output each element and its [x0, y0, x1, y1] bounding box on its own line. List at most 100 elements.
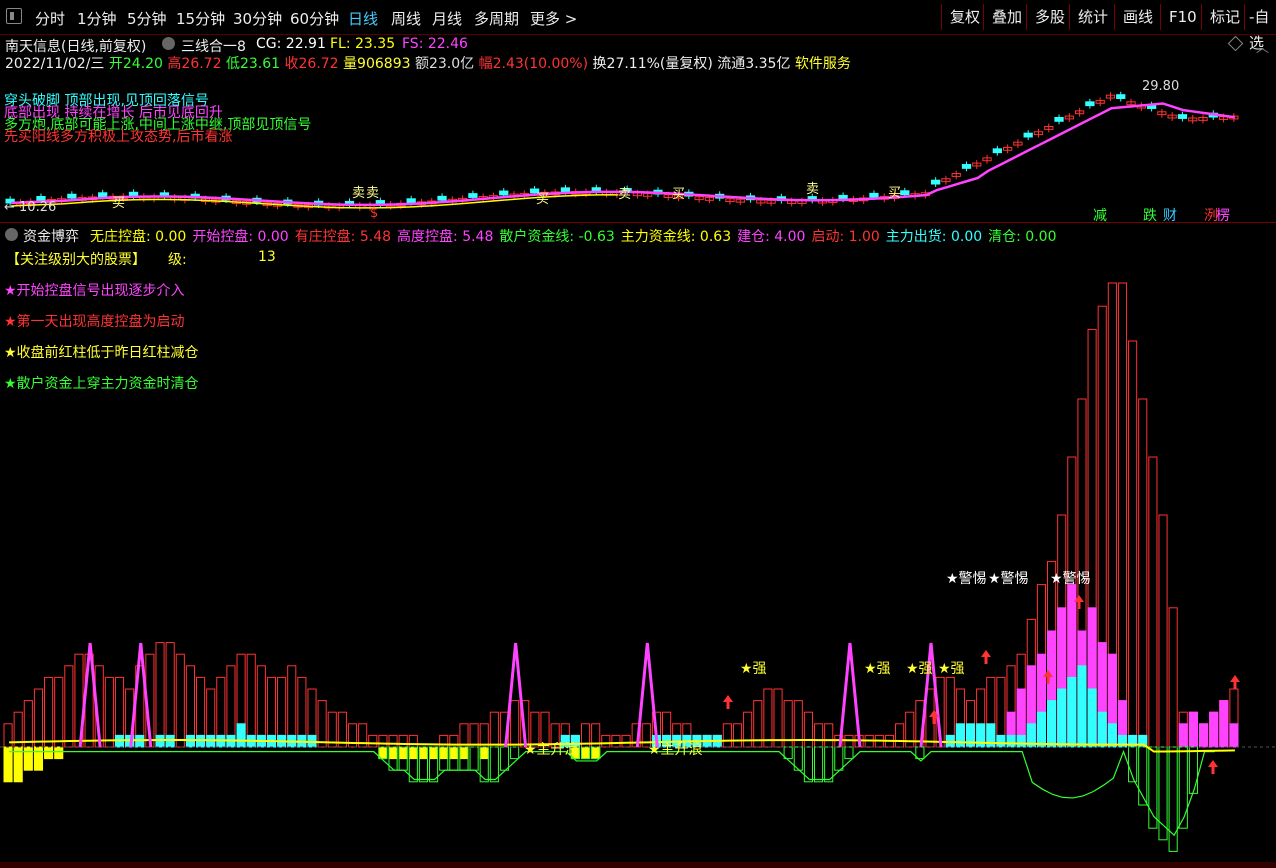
red-bar: [895, 723, 905, 748]
period-30min[interactable]: 30分钟: [233, 8, 282, 29]
indicator-field-2: 有庄控盘: 5.48: [294, 229, 392, 245]
red-bar: [773, 688, 783, 748]
yellow-bar: [44, 746, 54, 760]
level-label: 级:: [168, 252, 187, 268]
cyan-bar: [955, 723, 965, 748]
overlay-button[interactable]: 叠加: [983, 4, 1030, 30]
main-up-annotation-2: ★主升浪: [648, 742, 703, 758]
green-bar: [499, 746, 510, 771]
red-bar: [54, 676, 64, 748]
draw-line-button[interactable]: 画线: [1114, 4, 1161, 30]
period-more[interactable]: 更多 >: [530, 8, 577, 29]
yellow-bar: [479, 746, 489, 760]
yellow-bar: [408, 746, 418, 760]
up-arrow-icon: [1208, 760, 1218, 774]
main-up-annotation-1: ★主升浪: [524, 742, 579, 758]
red-bar: [459, 723, 469, 748]
control-spike: [635, 642, 659, 748]
red-bar: [824, 723, 834, 748]
yellow-bar: [398, 746, 408, 760]
green-bar: [1188, 746, 1198, 794]
red-bar: [743, 711, 753, 748]
red-bar: [23, 700, 33, 748]
indicator-field-8: 主力出货: 0.00: [885, 229, 983, 245]
magenta-bar: [1219, 700, 1229, 748]
diamond-icon[interactable]: [1227, 35, 1244, 52]
red-bar: [175, 653, 185, 748]
red-bar: [185, 665, 195, 748]
yellow-bar: [580, 746, 591, 760]
watchlist-button[interactable]: -自选: [1244, 4, 1276, 52]
indicator-field-0: 无庄控盘: 0.00: [90, 229, 187, 245]
trade-mark: 买: [536, 192, 550, 207]
f10-button[interactable]: F10: [1160, 4, 1205, 30]
multi-stock-button[interactable]: 多股: [1026, 4, 1073, 30]
trade-mark: 卖: [618, 187, 632, 202]
indicator-fields: 无庄控盘: 0.00 开始控盘: 0.00 有庄控盘: 5.48 高度控盘: 5.48…: [90, 226, 1062, 246]
cyan-bar: [1006, 734, 1016, 748]
yellow-bar: [439, 746, 449, 760]
period-1min[interactable]: 1分钟: [77, 8, 117, 29]
red-bar: [378, 734, 388, 748]
period-daily[interactable]: 日线: [348, 8, 378, 29]
warn-annotation-1: ★警惕: [946, 571, 987, 587]
indicator-settings-icon[interactable]: [162, 37, 175, 50]
red-bar: [388, 734, 398, 748]
cyan-bar: [1067, 676, 1077, 748]
stats-button[interactable]: 统计: [1069, 4, 1116, 30]
cyan-bar: [195, 734, 206, 748]
period-weekly[interactable]: 周线: [391, 8, 421, 29]
chevron-up-icon[interactable]: ︿: [1256, 37, 1269, 56]
indicator-field-3: 高度控盘: 5.48: [397, 229, 494, 245]
cyan-bar: [1047, 700, 1057, 748]
red-bar: [408, 734, 418, 748]
trade-mark: 买: [672, 187, 686, 202]
panel-toggle-icon[interactable]: [6, 8, 22, 24]
green-bar: [813, 746, 824, 783]
period-intraday[interactable]: 分时: [35, 8, 65, 29]
mark-button[interactable]: 标记: [1201, 4, 1248, 30]
strong-annotation-1: ★强: [740, 661, 767, 677]
period-60min[interactable]: 60分钟: [290, 8, 339, 29]
red-bar: [803, 711, 813, 748]
strong-annotation-3: ★强: [906, 661, 933, 677]
red-bar: [621, 734, 631, 748]
green-bar: [1158, 746, 1168, 841]
red-bar: [1117, 282, 1128, 748]
magenta-bar: [1209, 711, 1219, 748]
yellow-bar: [418, 746, 429, 760]
warn-annotation-3: ★警惕: [1050, 571, 1091, 587]
yellow-bar: [33, 746, 44, 771]
bottom-strip: [0, 862, 1276, 868]
cyan-bar: [155, 734, 165, 748]
red-bar: [155, 642, 165, 748]
red-bar: [479, 723, 489, 748]
indicator-toggle-icon[interactable]: [5, 228, 18, 241]
up-arrow-icon: [723, 695, 733, 709]
red-bar: [1168, 607, 1178, 748]
cyan-bar: [1016, 734, 1026, 748]
red-bar: [3, 723, 13, 748]
level-value: 13: [258, 249, 276, 265]
red-bar: [611, 734, 621, 748]
red-bar: [1138, 398, 1148, 748]
green-bar: [844, 746, 854, 760]
indicator-field-5: 主力资金线: 0.63: [620, 229, 732, 245]
magenta-bar: [1178, 723, 1188, 748]
red-bar: [33, 688, 44, 748]
fuquan-button[interactable]: 复权: [941, 4, 988, 30]
red-bar: [732, 723, 743, 748]
red-bar: [246, 653, 256, 748]
period-5min[interactable]: 5分钟: [127, 8, 167, 29]
period-multi[interactable]: 多周期: [474, 8, 519, 29]
red-bar: [763, 688, 773, 748]
control-spike: [838, 642, 862, 748]
red-bar: [287, 665, 297, 748]
period-monthly[interactable]: 月线: [432, 8, 462, 29]
red-bar: [368, 734, 378, 748]
red-bar: [165, 642, 175, 748]
cyan-bar: [185, 734, 195, 748]
period-15min[interactable]: 15分钟: [176, 8, 225, 29]
red-bar: [489, 711, 499, 748]
warn-annotation-2: ★警惕: [988, 571, 1029, 587]
